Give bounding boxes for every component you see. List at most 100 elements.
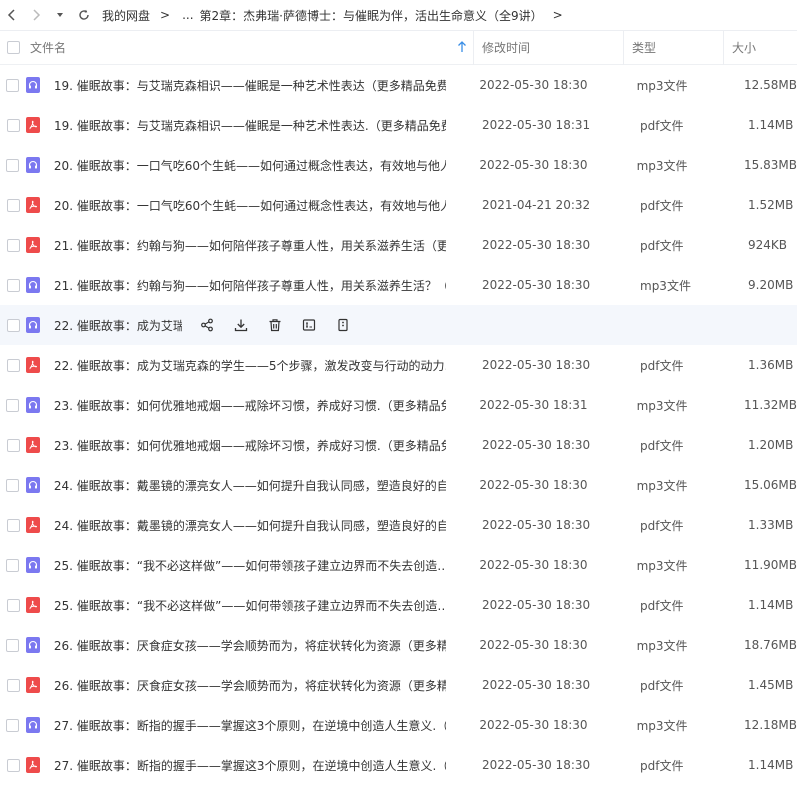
row-checkbox[interactable] xyxy=(6,238,20,252)
row-checkbox[interactable] xyxy=(6,318,20,332)
row-checkbox[interactable] xyxy=(6,478,20,492)
file-row[interactable]: 20. 催眠故事：一口气吃60个生蚝——如何通过概念性表达，有效地与他人… 202… xyxy=(0,185,797,225)
file-row[interactable]: 20. 催眠故事：一口气吃60个生蚝——如何通过概念性表达，有效地与他人… 202… xyxy=(0,145,797,185)
file-name[interactable]: 24. 催眠故事：戴墨镜的漂亮女人——如何提升自我认同感，塑造良好的自… xyxy=(54,477,446,494)
file-name[interactable]: 19. 催眠故事：与艾瑞克森相识——催眠是一种艺术性表达.（更多精品免费… xyxy=(54,117,446,134)
refresh-button[interactable] xyxy=(72,0,96,31)
file-name-cell[interactable]: 24. 催眠故事：戴墨镜的漂亮女人——如何提升自我认同感，塑造良好的自… xyxy=(26,517,474,534)
row-checkbox[interactable] xyxy=(6,78,20,92)
file-name[interactable]: 22. 催眠故事：成为艾瑞克森的学生——5个步骤，激发改变与行动的动力… xyxy=(54,357,446,374)
file-name[interactable]: 22. 催眠故事：成为艾瑞克森的学生——5个步骤，激发… xyxy=(54,317,182,334)
column-name-label: 文件名 xyxy=(30,41,67,55)
file-name[interactable]: 20. 催眠故事：一口气吃60个生蚝——如何通过概念性表达，有效地与他人… xyxy=(54,197,446,214)
row-checkbox[interactable] xyxy=(6,718,20,732)
file-name[interactable]: 25. 催眠故事：“我不必这样做”——如何带领孩子建立边界而不失去创造… xyxy=(54,557,446,574)
file-size: 1.14MB xyxy=(748,758,794,772)
row-checkbox[interactable] xyxy=(6,118,20,132)
sort-ascending-icon[interactable] xyxy=(457,40,467,53)
file-row[interactable]: 22. 催眠故事：成为艾瑞克森的学生——5个步骤，激发… xyxy=(0,305,797,345)
file-row[interactable]: 22. 催眠故事：成为艾瑞克森的学生——5个步骤，激发改变与行动的动力… 2022… xyxy=(0,345,797,385)
row-checkbox[interactable] xyxy=(6,198,20,212)
file-name-cell[interactable]: 23. 催眠故事：如何优雅地戒烟——戒除坏习惯，养成好习惯.（更多精品免… xyxy=(25,397,472,414)
file-name[interactable]: 21. 催眠故事：约翰与狗——如何陪伴孩子尊重人性，用关系滋养生活（更… xyxy=(54,237,446,254)
file-name-cell[interactable]: 22. 催眠故事：成为艾瑞克森的学生——5个步骤，激发改变与行动的动力… xyxy=(26,357,474,374)
rename-icon[interactable] xyxy=(292,318,326,332)
row-checkbox[interactable] xyxy=(6,638,20,652)
breadcrumb-root[interactable]: 我的网盘 xyxy=(102,7,150,24)
column-header-time[interactable]: 修改时间 xyxy=(474,30,624,65)
row-checkbox[interactable] xyxy=(6,438,20,452)
row-checkbox[interactable] xyxy=(6,678,20,692)
file-name[interactable]: 26. 催眠故事：厌食症女孩——学会顺势而为，将症状转化为资源（更多精… xyxy=(54,677,446,694)
modified-time: 2022-05-30 18:30 xyxy=(479,78,588,92)
file-list: 19. 催眠故事：与艾瑞克森相识——催眠是一种艺术性表达（更多精品免费… 2022… xyxy=(0,65,797,785)
column-header-size[interactable]: 大小 xyxy=(724,31,797,65)
file-row[interactable]: 21. 催眠故事：约翰与狗——如何陪伴孩子尊重人性，用关系滋养生活（更… 2022… xyxy=(0,225,797,265)
file-row[interactable]: 21. 催眠故事：约翰与狗——如何陪伴孩子尊重人性，用关系滋养生活？（… 2022… xyxy=(0,265,797,305)
file-name-cell[interactable]: 23. 催眠故事：如何优雅地戒烟——戒除坏习惯，养成好习惯.（更多精品免… xyxy=(26,437,474,454)
file-row[interactable]: 19. 催眠故事：与艾瑞克森相识——催眠是一种艺术性表达（更多精品免费… 2022… xyxy=(0,65,797,105)
file-row[interactable]: 24. 催眠故事：戴墨镜的漂亮女人——如何提升自我认同感，塑造良好的自… 2022… xyxy=(0,465,797,505)
file-row[interactable]: 26. 催眠故事：厌食症女孩——学会顺势而为，将症状转化为资源（更多精… 2022… xyxy=(0,665,797,705)
file-name[interactable]: 27. 催眠故事：断指的握手——掌握这3个原则，在逆境中创造人生意义.（… xyxy=(54,757,446,774)
file-name-cell[interactable]: 24. 催眠故事：戴墨镜的漂亮女人——如何提升自我认同感，塑造良好的自… xyxy=(25,477,472,494)
file-name-cell[interactable]: 20. 催眠故事：一口气吃60个生蚝——如何通过概念性表达，有效地与他人… xyxy=(25,157,472,174)
share-icon[interactable] xyxy=(190,318,224,332)
file-name[interactable]: 25. 催眠故事：“我不必这样做”——如何带领孩子建立边界而不失去创造… xyxy=(54,597,446,614)
file-name-cell[interactable]: 25. 催眠故事：“我不必这样做”——如何带领孩子建立边界而不失去创造… xyxy=(26,597,474,614)
file-name[interactable]: 19. 催眠故事：与艾瑞克森相识——催眠是一种艺术性表达（更多精品免费… xyxy=(54,77,446,94)
file-row[interactable]: 24. 催眠故事：戴墨镜的漂亮女人——如何提升自我认同感，塑造良好的自… 2022… xyxy=(0,505,797,545)
file-row[interactable]: 23. 催眠故事：如何优雅地戒烟——戒除坏习惯，养成好习惯.（更多精品免… 202… xyxy=(0,385,797,425)
row-checkbox[interactable] xyxy=(6,398,20,412)
file-row[interactable]: 19. 催眠故事：与艾瑞克森相识——催眠是一种艺术性表达.（更多精品免费… 202… xyxy=(0,105,797,145)
delete-icon[interactable] xyxy=(258,318,292,332)
file-row[interactable]: 26. 催眠故事：厌食症女孩——学会顺势而为，将症状转化为资源（更多精… 2022… xyxy=(0,625,797,665)
row-checkbox[interactable] xyxy=(6,598,20,612)
file-name-cell[interactable]: 21. 催眠故事：约翰与狗——如何陪伴孩子尊重人性，用关系滋养生活（更… xyxy=(26,237,474,254)
file-name[interactable]: 24. 催眠故事：戴墨镜的漂亮女人——如何提升自我认同感，塑造良好的自… xyxy=(54,517,446,534)
row-checkbox[interactable] xyxy=(6,518,20,532)
file-row[interactable]: 27. 催眠故事：断指的握手——掌握这3个原则，在逆境中创造人生意义.（… 202… xyxy=(0,705,797,745)
file-name-cell[interactable]: 26. 催眠故事：厌食症女孩——学会顺势而为，将症状转化为资源（更多精… xyxy=(25,637,472,654)
file-name-cell[interactable]: 27. 催眠故事：断指的握手——掌握这3个原则，在逆境中创造人生意义.（… xyxy=(25,717,472,734)
file-row[interactable]: 25. 催眠故事：“我不必这样做”——如何带领孩子建立边界而不失去创造… 2022… xyxy=(0,585,797,625)
column-header-name[interactable]: 文件名 xyxy=(26,30,474,65)
file-size: 1.45MB xyxy=(748,678,794,692)
back-button[interactable] xyxy=(0,0,24,31)
file-name[interactable]: 26. 催眠故事：厌食症女孩——学会顺势而为，将症状转化为资源（更多精… xyxy=(54,637,446,654)
download-icon[interactable] xyxy=(224,318,258,332)
file-name-cell[interactable]: 25. 催眠故事：“我不必这样做”——如何带领孩子建立边界而不失去创造… xyxy=(25,557,472,574)
more-icon[interactable] xyxy=(326,318,360,332)
history-dropdown-button[interactable] xyxy=(48,0,72,31)
pdf-file-icon xyxy=(26,597,40,613)
file-name-cell[interactable]: 21. 催眠故事：约翰与狗——如何陪伴孩子尊重人性，用关系滋养生活？（… xyxy=(26,277,474,294)
column-header-type[interactable]: 类型 xyxy=(624,30,724,65)
file-name[interactable]: 21. 催眠故事：约翰与狗——如何陪伴孩子尊重人性，用关系滋养生活？（… xyxy=(54,277,446,294)
file-name-cell[interactable]: 19. 催眠故事：与艾瑞克森相识——催眠是一种艺术性表达（更多精品免费… xyxy=(25,77,472,94)
file-name[interactable]: 27. 催眠故事：断指的握手——掌握这3个原则，在逆境中创造人生意义.（… xyxy=(54,717,446,734)
file-name[interactable]: 23. 催眠故事：如何优雅地戒烟——戒除坏习惯，养成好习惯.（更多精品免… xyxy=(54,397,446,414)
row-actions xyxy=(190,318,360,332)
row-checkbox[interactable] xyxy=(6,558,20,572)
file-name-cell[interactable]: 27. 催眠故事：断指的握手——掌握这3个原则，在逆境中创造人生意义.（… xyxy=(26,757,474,774)
row-checkbox[interactable] xyxy=(6,158,20,172)
file-name[interactable]: 23. 催眠故事：如何优雅地戒烟——戒除坏习惯，养成好习惯.（更多精品免… xyxy=(54,437,446,454)
file-row[interactable]: 23. 催眠故事：如何优雅地戒烟——戒除坏习惯，养成好习惯.（更多精品免… 202… xyxy=(0,425,797,465)
row-checkbox[interactable] xyxy=(6,278,20,292)
file-name-cell[interactable]: 19. 催眠故事：与艾瑞克森相识——催眠是一种艺术性表达.（更多精品免费… xyxy=(26,117,474,134)
file-row[interactable]: 25. 催眠故事：“我不必这样做”——如何带领孩子建立边界而不失去创造… 2022… xyxy=(0,545,797,585)
file-name-cell[interactable]: 26. 催眠故事：厌食症女孩——学会顺势而为，将症状转化为资源（更多精… xyxy=(26,677,474,694)
breadcrumb-current[interactable]: 第2章：杰弗瑞·萨德博士：与催眠为伴，活出生命意义（全9讲） xyxy=(200,7,543,24)
forward-button[interactable] xyxy=(24,0,48,31)
modified-time: 2022-05-30 18:30 xyxy=(479,478,588,492)
breadcrumb-ellipsis[interactable]: ... xyxy=(182,8,193,22)
file-name-cell[interactable]: 20. 催眠故事：一口气吃60个生蚝——如何通过概念性表达，有效地与他人… xyxy=(26,197,474,214)
row-checkbox[interactable] xyxy=(6,758,20,772)
file-row[interactable]: 27. 催眠故事：断指的握手——掌握这3个原则，在逆境中创造人生意义.（… 202… xyxy=(0,745,797,785)
file-size: 924KB xyxy=(748,238,788,252)
file-name-cell[interactable]: 22. 催眠故事：成为艾瑞克森的学生——5个步骤，激发… xyxy=(26,317,474,334)
modified-time: 2022-05-30 18:31 xyxy=(479,398,588,412)
file-name[interactable]: 20. 催眠故事：一口气吃60个生蚝——如何通过概念性表达，有效地与他人… xyxy=(54,157,446,174)
select-all-checkbox[interactable] xyxy=(6,41,20,54)
row-checkbox[interactable] xyxy=(6,358,20,372)
